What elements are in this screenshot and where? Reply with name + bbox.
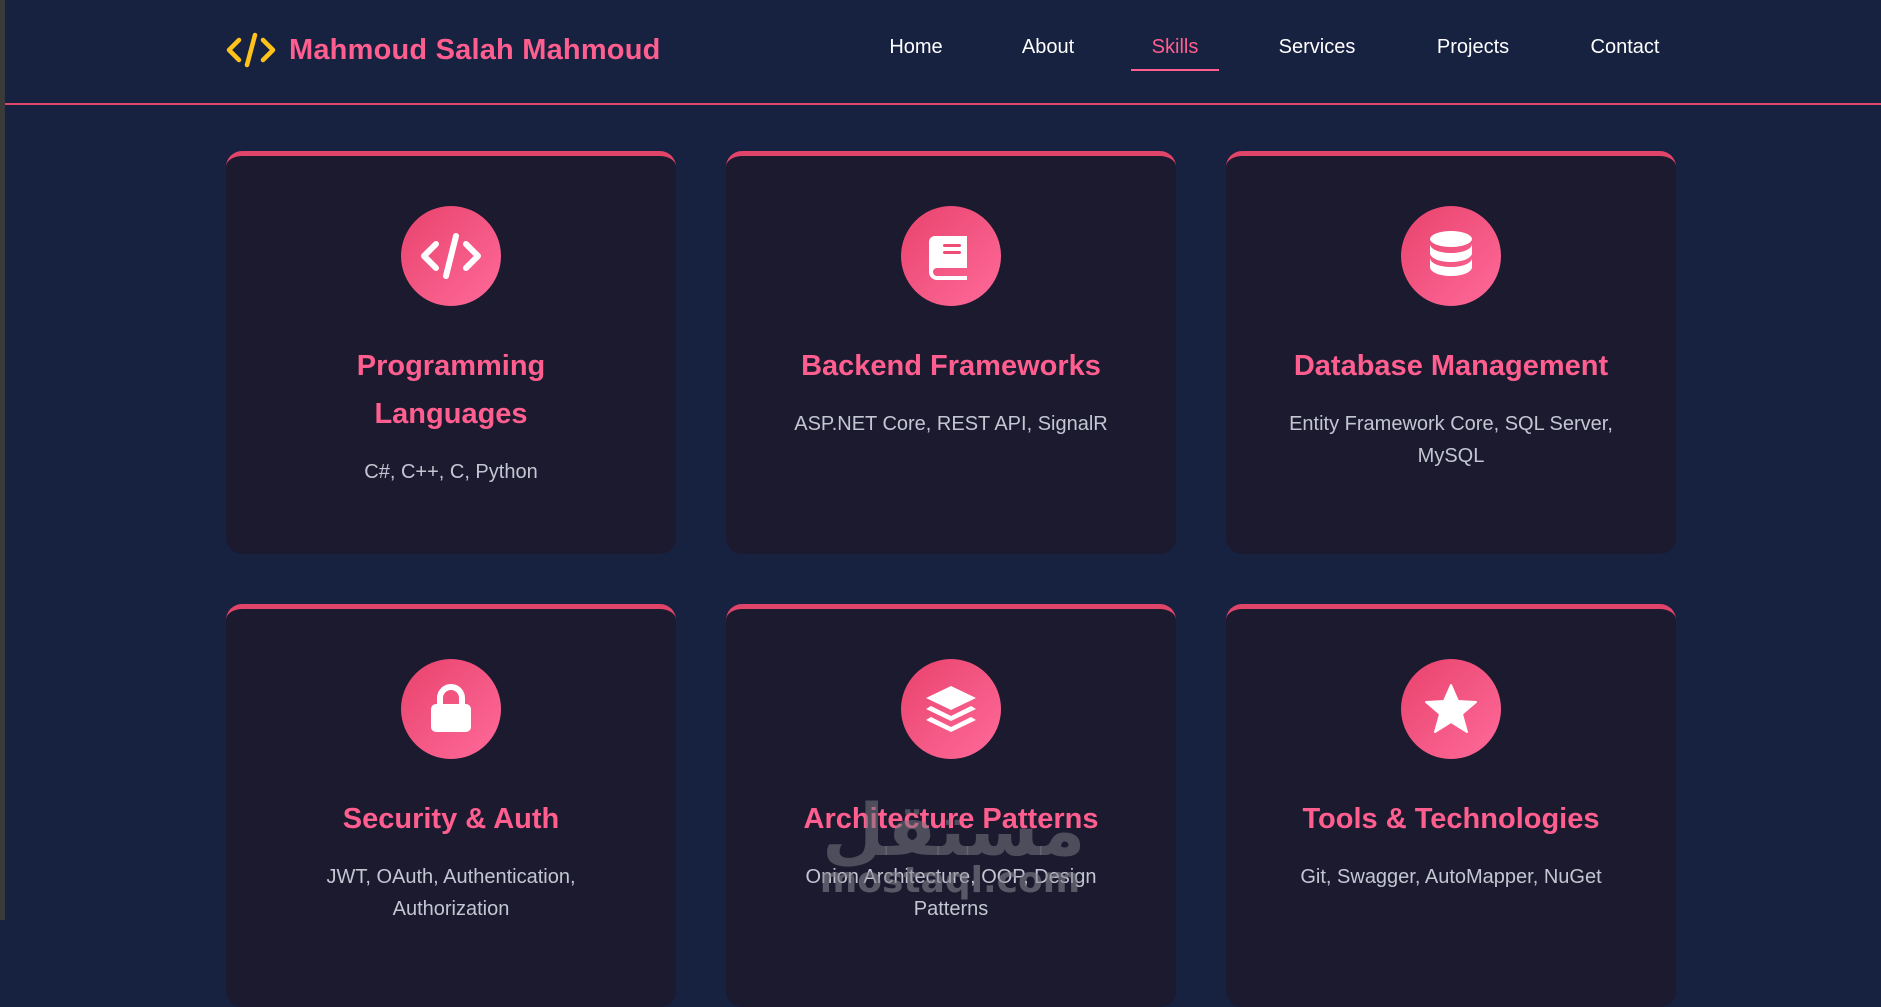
- window-frame-edge: [0, 0, 5, 920]
- code-icon: [401, 206, 501, 306]
- skill-card-title: Tools & Technologies: [1302, 803, 1600, 835]
- nav-active-underline: [1131, 69, 1219, 71]
- database-icon: [1401, 206, 1501, 306]
- skill-card-backend-frameworks: Backend Frameworks ASP.NET Core, REST AP…: [726, 151, 1176, 554]
- skill-card-title: Architecture Patterns: [803, 803, 1099, 835]
- star-icon: [1401, 659, 1501, 759]
- skill-card-programming-languages: Programming Languages C#, C++, C, Python: [226, 151, 676, 554]
- skill-card-description: Git, Swagger, AutoMapper, NuGet: [1300, 866, 1602, 888]
- skill-card-description: C#, C++, C, Python: [364, 461, 538, 483]
- nav-contact[interactable]: Contact: [1587, 36, 1663, 59]
- nav-about[interactable]: About: [1018, 36, 1078, 59]
- skill-card-title: Security & Auth: [342, 803, 560, 835]
- skill-card-title: Database Management: [1293, 350, 1609, 382]
- main-nav: Home About Skills Services Projects Cont…: [5, 36, 1881, 76]
- layers-icon: [901, 659, 1001, 759]
- skill-card-description: ASP.NET Core, REST API, SignalR: [794, 413, 1108, 435]
- skill-card-security-auth: Security & Auth JWT, OAuth, Authenticati…: [226, 604, 676, 1007]
- skill-card-title: Programming Languages: [356, 350, 546, 430]
- lock-icon: [401, 659, 501, 759]
- nav-skills[interactable]: Skills: [1150, 36, 1200, 59]
- book-icon: [901, 206, 1001, 306]
- nav-home[interactable]: Home: [885, 36, 947, 59]
- skill-card-tools-technologies: Tools & Technologies Git, Swagger, AutoM…: [1226, 604, 1676, 1007]
- nav-services[interactable]: Services: [1276, 36, 1358, 59]
- skill-card-architecture-patterns: Architecture Patterns Onion Architecture…: [726, 604, 1176, 1007]
- skill-card-description: JWT, OAuth, Authentication, Authorizatio…: [326, 866, 576, 920]
- skill-card-description: Entity Framework Core, SQL Server, MySQL: [1289, 413, 1613, 467]
- skill-card-title: Backend Frameworks: [801, 350, 1101, 382]
- nav-projects[interactable]: Projects: [1433, 36, 1513, 59]
- skill-card-description: Onion Architecture, OOP, Design Patterns: [805, 866, 1097, 920]
- skill-card-database-management: Database Management Entity Framework Cor…: [1226, 151, 1676, 554]
